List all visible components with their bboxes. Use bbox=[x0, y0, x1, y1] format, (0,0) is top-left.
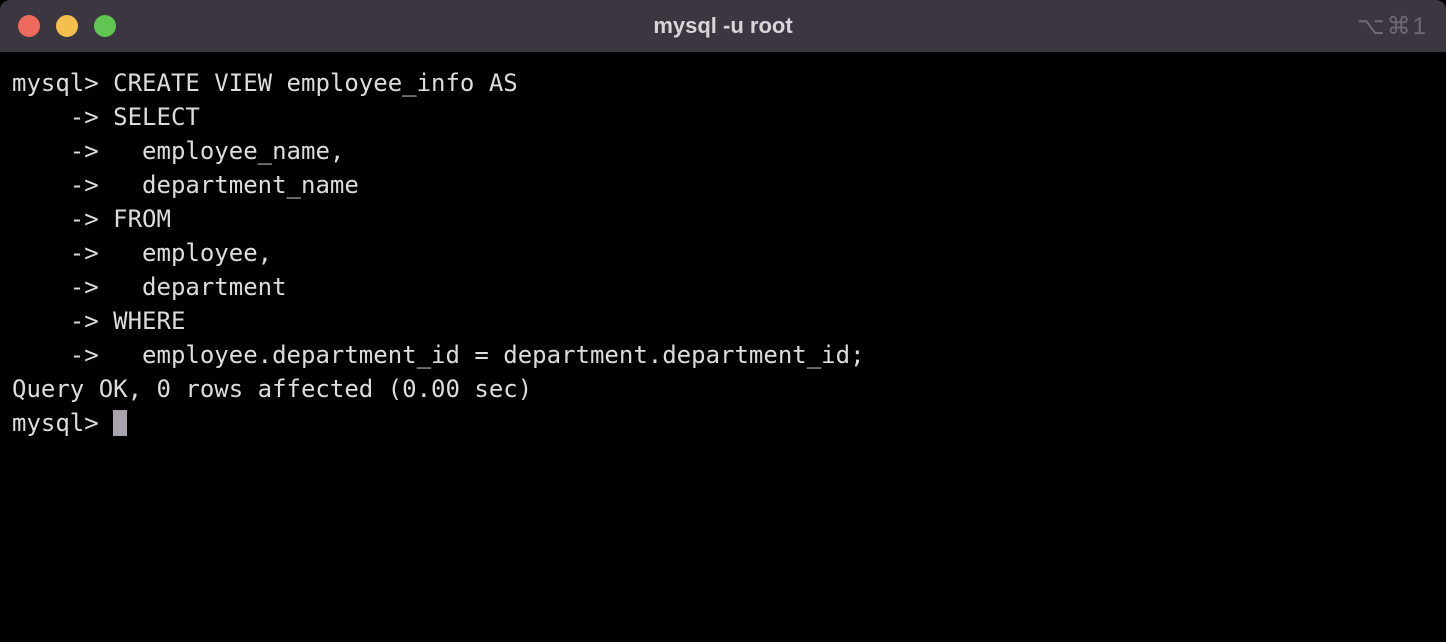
terminal-line: -> WHERE bbox=[12, 304, 1434, 338]
maximize-icon[interactable] bbox=[94, 15, 116, 37]
cursor-icon bbox=[113, 410, 127, 436]
terminal-line: -> employee.department_id = department.d… bbox=[12, 338, 1434, 372]
prompt: mysql> bbox=[12, 69, 99, 97]
sql-text: department_name bbox=[99, 171, 359, 199]
query-result: Query OK, 0 rows affected (0.00 sec) bbox=[12, 372, 1434, 406]
terminal-line: mysql> bbox=[12, 406, 1434, 440]
window-title: mysql -u root bbox=[0, 13, 1446, 39]
sql-text: CREATE VIEW employee_info AS bbox=[99, 69, 518, 97]
traffic-lights bbox=[18, 15, 116, 37]
continuation-prompt: -> bbox=[12, 341, 99, 369]
continuation-prompt: -> bbox=[12, 137, 99, 165]
continuation-prompt: -> bbox=[12, 103, 99, 131]
sql-text: WHERE bbox=[99, 307, 186, 335]
shortcut-indicator: ⌥⌘1 bbox=[1357, 12, 1428, 41]
sql-text: FROM bbox=[99, 205, 171, 233]
close-icon[interactable] bbox=[18, 15, 40, 37]
sql-text: SELECT bbox=[99, 103, 200, 131]
terminal-line: -> SELECT bbox=[12, 100, 1434, 134]
continuation-prompt: -> bbox=[12, 171, 99, 199]
continuation-prompt: -> bbox=[12, 273, 99, 301]
terminal-line: -> department_name bbox=[12, 168, 1434, 202]
prompt: mysql> bbox=[12, 409, 113, 437]
continuation-prompt: -> bbox=[12, 239, 99, 267]
sql-text: employee, bbox=[99, 239, 272, 267]
sql-text: employee.department_id = department.depa… bbox=[99, 341, 865, 369]
terminal-line: -> department bbox=[12, 270, 1434, 304]
terminal-body[interactable]: mysql> CREATE VIEW employee_info AS -> S… bbox=[0, 52, 1446, 642]
sql-text: employee_name, bbox=[99, 137, 345, 165]
terminal-line: -> employee, bbox=[12, 236, 1434, 270]
minimize-icon[interactable] bbox=[56, 15, 78, 37]
terminal-line: -> FROM bbox=[12, 202, 1434, 236]
sql-text: department bbox=[99, 273, 287, 301]
terminal-line: -> employee_name, bbox=[12, 134, 1434, 168]
continuation-prompt: -> bbox=[12, 307, 99, 335]
terminal-line: mysql> CREATE VIEW employee_info AS bbox=[12, 66, 1434, 100]
window-titlebar: mysql -u root ⌥⌘1 bbox=[0, 0, 1446, 52]
continuation-prompt: -> bbox=[12, 205, 99, 233]
